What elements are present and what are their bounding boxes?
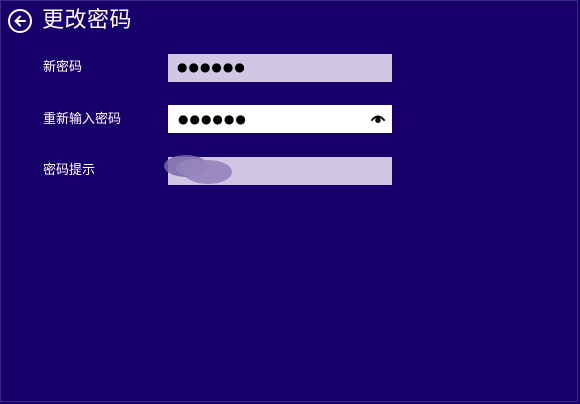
password-hint-label: 密码提示 — [43, 163, 96, 178]
new-password-field[interactable]: ●●●●●● — [168, 54, 392, 82]
password-hint-field[interactable] — [168, 157, 392, 185]
reenter-password-label: 重新输入密码 — [43, 112, 122, 127]
eye-icon[interactable] — [371, 113, 385, 125]
reenter-password-field[interactable]: ●●●●●● — [168, 105, 392, 133]
back-arrow-icon — [14, 15, 26, 27]
header: 更改密码 — [8, 4, 132, 38]
new-password-label: 新密码 — [43, 60, 83, 75]
new-password-value: ●●●●●● — [177, 60, 246, 74]
reenter-password-value: ●●●●●● — [178, 112, 247, 126]
back-button[interactable] — [8, 9, 32, 33]
page-title: 更改密码 — [42, 8, 133, 33]
